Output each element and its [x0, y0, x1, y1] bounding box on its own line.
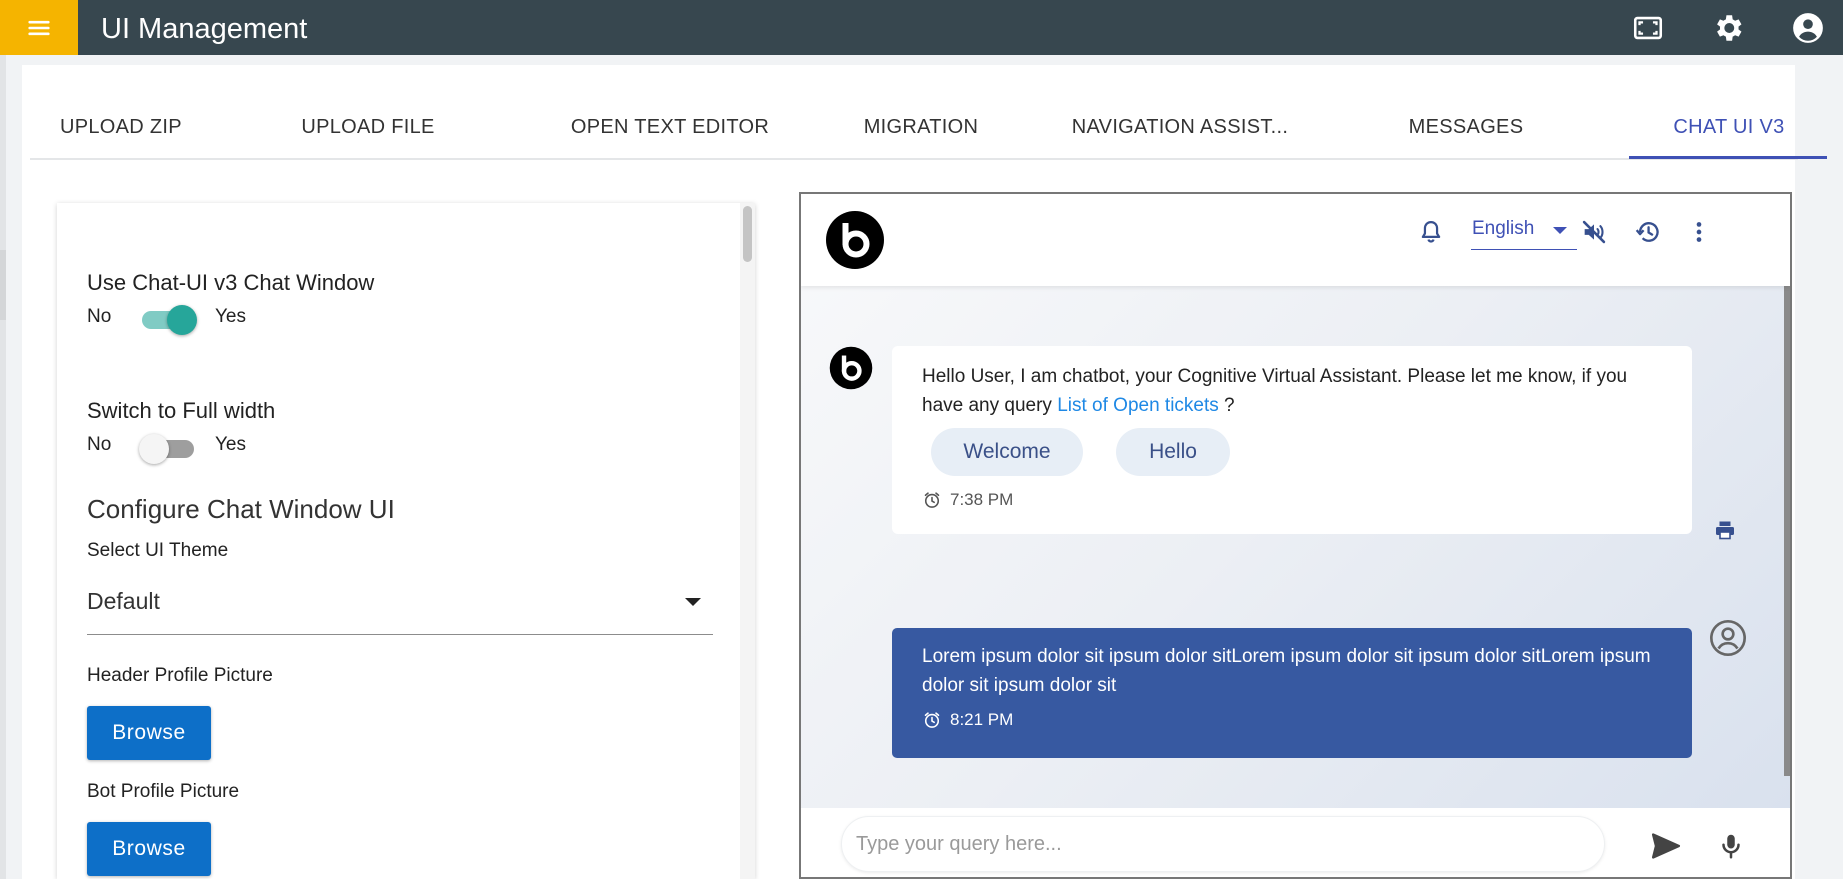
- settings-icon: [1717, 15, 1742, 41]
- account-button[interactable]: [1790, 10, 1826, 46]
- full-width-no-label: No: [87, 434, 112, 455]
- bot-avatar-icon: [829, 346, 873, 390]
- settings-scrollbar[interactable]: [740, 203, 755, 879]
- use-chat-ui-toggle[interactable]: [139, 303, 197, 335]
- tab-messages[interactable]: MESSAGES: [1390, 95, 1542, 160]
- menu-icon: [28, 20, 50, 35]
- send-button[interactable]: [1648, 828, 1684, 864]
- tab-open-text-editor[interactable]: OPEN TEXT EDITOR: [556, 95, 784, 160]
- chevron-down-icon: [685, 598, 701, 606]
- chat-message-area: Hello User, I am chatbot, your Cognitive…: [801, 286, 1790, 808]
- menu-button[interactable]: [0, 0, 78, 55]
- fullscreen-button[interactable]: [1630, 10, 1666, 46]
- history-icon: [1635, 222, 1659, 242]
- tab-migration[interactable]: MIGRATION: [848, 95, 994, 160]
- open-tickets-link[interactable]: List of Open tickets: [1057, 395, 1219, 416]
- theme-select-value: Default: [87, 588, 160, 614]
- microphone-icon: [1722, 834, 1740, 859]
- settings-button[interactable]: [1710, 10, 1746, 46]
- user-message-bubble: Lorem ipsum dolor sit ipsum dolor sitLor…: [892, 628, 1692, 758]
- user-time-text: 8:21 PM: [950, 710, 1014, 729]
- language-select-value: English: [1472, 218, 1535, 239]
- bot-message-body: Hello User, I am chatbot, your Cognitive…: [922, 366, 1628, 416]
- theme-select[interactable]: Default: [87, 580, 713, 635]
- tab-navigation-assist[interactable]: NAVIGATION ASSIST...: [1070, 95, 1290, 160]
- toggle-thumb: [167, 305, 197, 335]
- alarm-clock-icon: [924, 712, 940, 728]
- language-select[interactable]: English: [1471, 214, 1577, 250]
- use-chat-ui-yes-label: Yes: [215, 306, 246, 327]
- history-button[interactable]: [1632, 216, 1664, 248]
- send-icon: [1651, 833, 1681, 859]
- use-chat-ui-label: Use Chat-UI v3 Chat Window: [87, 270, 375, 295]
- chevron-down-icon: [1553, 227, 1567, 234]
- notifications-button[interactable]: [1415, 216, 1447, 248]
- user-message-time: 8:21 PM: [922, 710, 1013, 730]
- configure-section-title: Configure Chat Window UI: [87, 494, 395, 524]
- print-icon[interactable]: [1713, 518, 1737, 542]
- top-app-bar: UI Management: [0, 0, 1843, 55]
- bot-message-text: Hello User, I am chatbot, your Cognitive…: [922, 362, 1662, 420]
- bell-icon: [1421, 220, 1441, 243]
- microphone-button[interactable]: [1713, 828, 1749, 864]
- more-options-button[interactable]: [1683, 216, 1715, 248]
- bot-logo-icon: [826, 211, 884, 269]
- tab-bar: UPLOAD ZIP UPLOAD FILE OPEN TEXT EDITOR …: [30, 95, 1827, 160]
- bot-message-suffix: ?: [1218, 395, 1235, 416]
- user-message-text: Lorem ipsum dolor sit ipsum dolor sitLor…: [922, 646, 1651, 696]
- query-input-wrapper: [841, 816, 1605, 872]
- bot-message-bubble: Hello User, I am chatbot, your Cognitive…: [892, 346, 1692, 534]
- theme-label: Select UI Theme: [87, 540, 229, 561]
- left-edge-handle: [0, 250, 6, 320]
- left-edge-strip: [0, 55, 6, 879]
- use-chat-ui-no-label: No: [87, 306, 112, 327]
- alarm-clock-icon: [924, 492, 940, 508]
- toggle-thumb: [139, 434, 169, 464]
- account-circle-icon: [1793, 13, 1823, 43]
- active-tab-indicator: [1629, 156, 1827, 159]
- user-avatar-icon: [1710, 620, 1746, 656]
- full-width-yes-label: Yes: [215, 434, 246, 455]
- mute-icon: [1582, 220, 1606, 244]
- tab-chat-ui-v3[interactable]: CHAT UI V3: [1634, 95, 1824, 160]
- fullscreen-icon: [1633, 16, 1663, 40]
- bot-picture-label: Bot Profile Picture: [87, 781, 240, 802]
- bot-time-text: 7:38 PM: [950, 490, 1014, 509]
- chat-scrollbar[interactable]: [1784, 286, 1790, 776]
- quick-reply-hello[interactable]: Hello: [1116, 428, 1230, 476]
- bot-picture-browse-button[interactable]: Browse: [87, 822, 211, 876]
- settings-scrollbar-thumb[interactable]: [743, 206, 752, 262]
- tab-upload-file[interactable]: UPLOAD FILE: [300, 95, 436, 160]
- bot-message-time: 7:38 PM: [922, 490, 1013, 510]
- chat-window-preview: English Hello User, I am chatbot, your C…: [799, 192, 1792, 879]
- more-vert-icon: [1696, 222, 1702, 242]
- chat-input-bar: [801, 808, 1790, 877]
- chat-header: English: [801, 194, 1790, 286]
- tab-upload-zip[interactable]: UPLOAD ZIP: [60, 95, 182, 160]
- full-width-label: Switch to Full width: [87, 398, 276, 423]
- header-picture-label: Header Profile Picture: [87, 665, 273, 686]
- query-input[interactable]: [856, 817, 1586, 871]
- mute-button[interactable]: [1578, 216, 1610, 248]
- quick-reply-welcome[interactable]: Welcome: [931, 428, 1083, 476]
- full-width-toggle[interactable]: [139, 432, 195, 464]
- app-title: UI Management: [101, 13, 308, 45]
- header-picture-browse-button[interactable]: Browse: [87, 706, 211, 760]
